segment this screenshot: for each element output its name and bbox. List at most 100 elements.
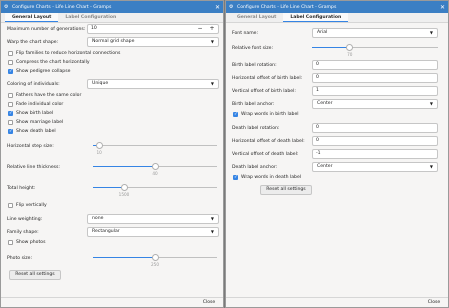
slider-fill: [312, 47, 350, 49]
close-button[interactable]: Close: [424, 299, 444, 307]
show-birth-label: Show birth label: [16, 111, 54, 116]
line-thickness-label: Relative line thickness:: [7, 165, 60, 170]
reset-all-settings-button[interactable]: Reset all settings: [9, 270, 61, 280]
birth-rotation-field[interactable]: 0: [312, 60, 438, 70]
checkbox-box: [8, 93, 13, 98]
warp-shape-dropdown[interactable]: Normal grid shape ▼: [87, 37, 219, 47]
show-death-label: Show death label: [16, 129, 56, 134]
decrement-button[interactable]: −: [196, 25, 204, 33]
gramps-app-icon: ⚙: [4, 4, 9, 10]
font-name-value: Arial: [317, 30, 328, 35]
font-name-label: Font name:: [232, 31, 259, 36]
tab-general-layout[interactable]: General Layout: [230, 13, 283, 22]
checkbox-box: [233, 112, 238, 117]
coloring-label: Coloring of individuals:: [7, 82, 60, 87]
slider-track: [93, 145, 217, 147]
compress-checkbox[interactable]: Compress the chart horizontally: [8, 60, 90, 65]
window-title: Configure Charts - Life Line Chart - Gra…: [237, 4, 337, 10]
close-button[interactable]: Close: [199, 299, 219, 307]
family-shape-dropdown[interactable]: Rectangular ▼: [87, 227, 219, 237]
family-shape-value: Rectangular: [92, 229, 120, 234]
line-weighting-dropdown[interactable]: none ▼: [87, 214, 219, 224]
tab-label-configuration[interactable]: Label Configuration: [283, 13, 349, 22]
reset-all-settings-button[interactable]: Reset all settings: [260, 185, 312, 195]
config-window-general: ⚙ Configure Charts - Life Line Chart - G…: [0, 0, 224, 308]
fathers-same-color-checkbox[interactable]: Fathers have the same color: [8, 93, 81, 98]
compress-label: Compress the chart horizontally: [16, 60, 90, 65]
chevron-down-icon: ▼: [210, 216, 214, 221]
death-anchor-value: Center: [317, 164, 333, 169]
death-rotation-label: Death label rotation:: [232, 126, 280, 131]
tab-general-layout[interactable]: General Layout: [5, 13, 59, 22]
slider-knob[interactable]: [151, 254, 159, 261]
checkbox-box: [8, 240, 13, 245]
slider-value: 1500: [118, 192, 130, 197]
max-generations-value: 10: [91, 26, 97, 31]
birth-v-offset-field[interactable]: 1: [312, 86, 438, 96]
slider-knob[interactable]: [346, 44, 354, 51]
death-h-offset-label: Horizontal offset of death label:: [232, 139, 305, 144]
photo-size-slider[interactable]: 250: [93, 252, 217, 267]
birth-h-offset-label: Horizontal offset of birth label:: [232, 76, 303, 81]
slider-knob[interactable]: [95, 142, 103, 149]
wrap-death-checkbox[interactable]: Wrap words in death label: [233, 175, 301, 180]
checkbox-box: [8, 203, 13, 208]
h-step-label: Horizontal step size:: [7, 144, 54, 149]
checkbox-box: [8, 129, 13, 134]
config-window-labels: ⚙ Configure Charts - Life Line Chart - G…: [225, 0, 449, 308]
fade-color-label: Fade individual color: [16, 102, 64, 107]
pedigree-collapse-checkbox[interactable]: Show pedigree collapse: [8, 69, 70, 74]
slider-value: 40: [152, 171, 158, 176]
max-generations-spinner[interactable]: 10 − +: [87, 24, 219, 34]
increment-button[interactable]: +: [208, 25, 216, 33]
checkbox-box: [8, 60, 13, 65]
warp-shape-label: Warp the chart shape:: [7, 40, 59, 45]
checkbox-box: [233, 175, 238, 180]
pedigree-collapse-label: Show pedigree collapse: [16, 69, 71, 74]
death-v-offset-field[interactable]: -1: [312, 149, 438, 159]
tab-label-configuration[interactable]: Label Configuration: [58, 13, 123, 22]
flip-families-checkbox[interactable]: Flip families to reduce horizontal conne…: [8, 51, 120, 56]
dialog-footer: Close: [226, 297, 448, 307]
tab-bar: General Layout Label Configuration: [226, 13, 448, 23]
gramps-app-icon: ⚙: [229, 4, 234, 10]
coloring-dropdown[interactable]: Unique ▼: [87, 79, 219, 89]
birth-anchor-dropdown[interactable]: Center ▼: [312, 99, 438, 109]
fade-color-checkbox[interactable]: Fade individual color: [8, 102, 63, 107]
death-v-offset-label: Vertical offset of death label:: [232, 152, 299, 157]
slider-knob[interactable]: [120, 184, 128, 191]
flip-vertically-checkbox[interactable]: Flip vertically: [8, 203, 47, 208]
line-thickness-slider[interactable]: 40: [93, 161, 217, 176]
birth-anchor-label: Birth label anchor:: [232, 102, 275, 107]
show-death-checkbox[interactable]: Show death label: [8, 129, 56, 134]
h-step-slider[interactable]: 10: [93, 140, 217, 155]
font-name-dropdown[interactable]: Arial ▼: [312, 28, 438, 38]
death-h-offset-field[interactable]: 0: [312, 136, 438, 146]
birth-anchor-value: Center: [317, 101, 333, 106]
close-icon[interactable]: ✕: [437, 4, 448, 11]
show-birth-checkbox[interactable]: Show birth label: [8, 111, 53, 116]
birth-rotation-label: Birth label rotation:: [232, 63, 277, 68]
tab-bar: General Layout Label Configuration: [1, 13, 223, 23]
slider-value: 70: [347, 52, 353, 57]
title-bar: ⚙ Configure Charts - Life Line Chart - G…: [1, 1, 223, 13]
wrap-birth-checkbox[interactable]: Wrap words in birth label: [233, 112, 299, 117]
show-photos-checkbox[interactable]: Show photos: [8, 240, 46, 245]
rel-font-size-slider[interactable]: 70: [312, 42, 438, 57]
close-icon[interactable]: ✕: [212, 4, 223, 11]
show-photos-label: Show photos: [16, 240, 46, 245]
show-marriage-checkbox[interactable]: Show marriage label: [8, 120, 63, 125]
wrap-birth-label: Wrap words in birth label: [241, 112, 299, 117]
slider-knob[interactable]: [151, 163, 159, 170]
checkbox-box: [8, 69, 13, 74]
death-anchor-label: Death label anchor:: [232, 165, 278, 170]
death-anchor-dropdown[interactable]: Center ▼: [312, 162, 438, 172]
death-rotation-field[interactable]: 0: [312, 123, 438, 133]
line-weighting-label: Line weighting:: [7, 217, 43, 222]
checkbox-box: [8, 102, 13, 107]
line-weighting-value: none: [92, 216, 104, 221]
birth-h-offset-field[interactable]: 0: [312, 73, 438, 83]
total-height-slider[interactable]: 1500: [93, 182, 217, 197]
wrap-death-label: Wrap words in death label: [241, 175, 302, 180]
chevron-down-icon: ▼: [429, 164, 433, 169]
